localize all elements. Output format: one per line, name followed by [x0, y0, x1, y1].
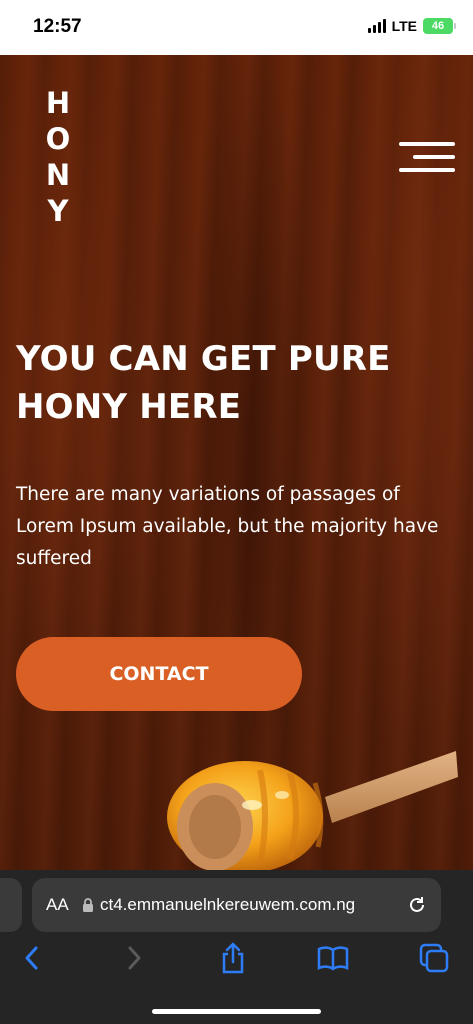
forward-icon[interactable] — [116, 940, 152, 976]
home-indicator[interactable] — [152, 1009, 321, 1014]
back-icon[interactable] — [14, 940, 50, 976]
hero-section: H O N Y YOU CAN GET PURE HONY HERE There… — [0, 55, 473, 870]
text-size-button[interactable]: AA — [46, 895, 82, 915]
status-bar: 12:57 LTE 46 — [0, 0, 473, 55]
status-indicators: LTE 46 — [367, 18, 456, 34]
browser-bar: AA ct4.emmanuelnkereuwem.com.ng — [0, 870, 473, 1024]
logo-letter: Y — [47, 194, 69, 228]
logo-letter: H — [45, 86, 71, 120]
browser-toolbar — [0, 940, 473, 980]
bookmarks-icon[interactable] — [315, 940, 351, 976]
headline-line: YOU CAN GET PURE — [16, 339, 391, 379]
logo-letter: N — [45, 158, 71, 192]
signal-icon — [367, 19, 386, 33]
site-logo[interactable]: H O N Y — [44, 85, 72, 229]
address-bar[interactable]: AA ct4.emmanuelnkereuwem.com.ng — [32, 878, 441, 932]
honey-dipper-image — [167, 751, 458, 870]
hero-headline: YOU CAN GET PURE HONY HERE — [16, 335, 436, 431]
battery-icon: 46 — [423, 18, 456, 34]
status-time: 12:57 — [33, 16, 82, 37]
tabs-icon[interactable] — [416, 940, 452, 976]
lock-icon — [82, 898, 100, 912]
contact-button[interactable]: CONTACT — [16, 637, 302, 711]
headline-line: HONY HERE — [16, 387, 242, 427]
menu-icon[interactable] — [399, 140, 455, 176]
hero-description: There are many variations of passages of… — [16, 484, 439, 569]
network-type: LTE — [391, 18, 417, 34]
logo-letter: O — [45, 122, 71, 156]
url-text: ct4.emmanuelnkereuwem.com.ng — [100, 895, 356, 914]
previous-tab[interactable] — [0, 878, 22, 932]
share-icon[interactable] — [215, 940, 251, 976]
reload-icon[interactable] — [403, 895, 427, 915]
